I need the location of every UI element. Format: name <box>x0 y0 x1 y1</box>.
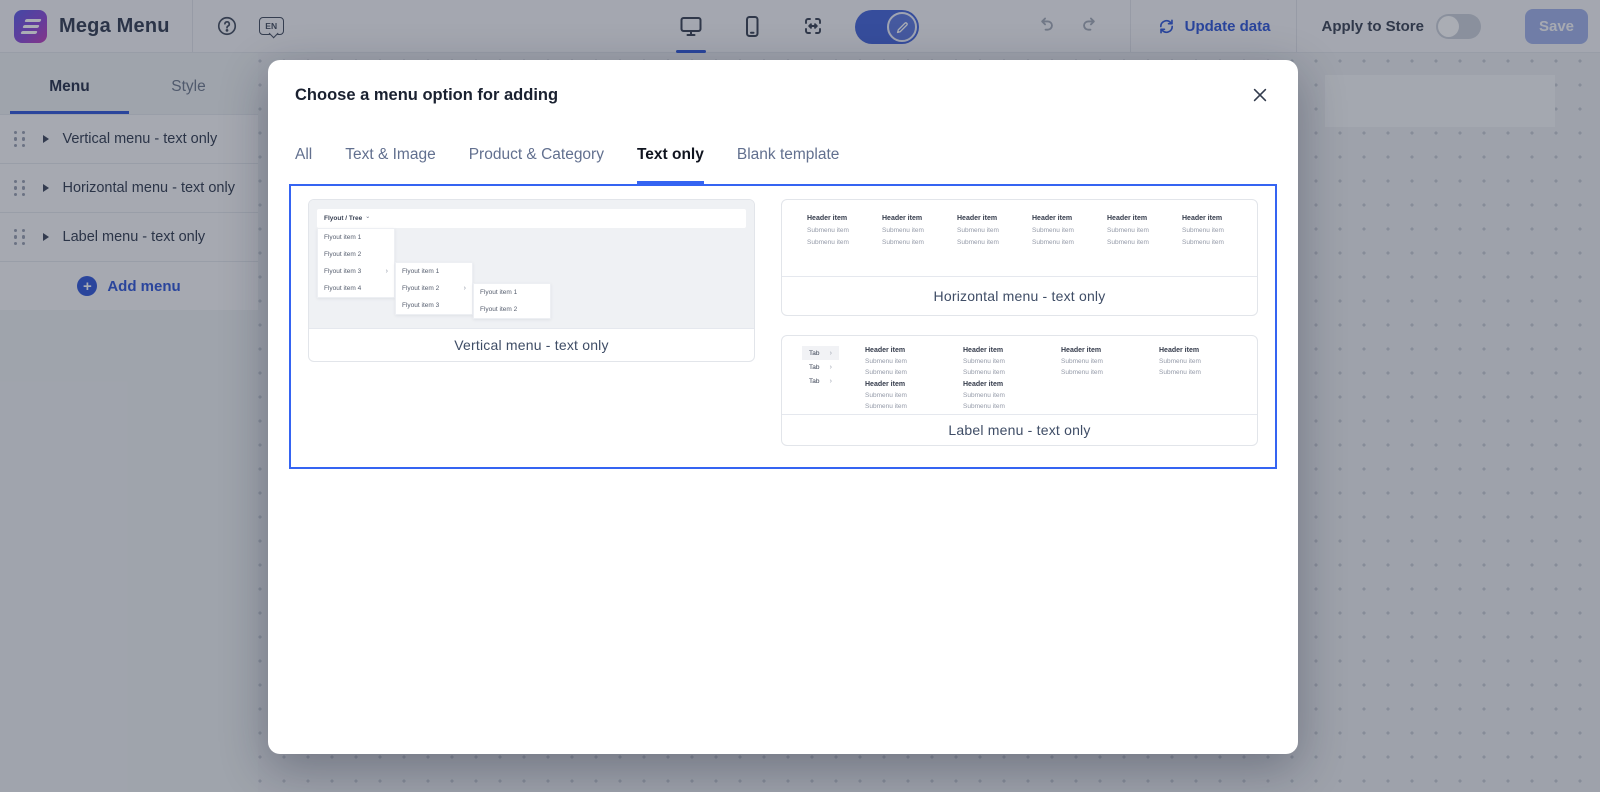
vertical-menu-preview: Flyout / Tree Flyout item 1 Flyout item … <box>309 200 754 328</box>
close-icon[interactable] <box>1250 84 1272 106</box>
preview-toolbar: Flyout / Tree <box>317 209 746 228</box>
preview-flyout-level-3: Flyout item 1 Flyout item 2 <box>473 283 551 319</box>
template-selection-area: Flyout / Tree Flyout item 1 Flyout item … <box>289 184 1277 469</box>
template-card-label-menu[interactable]: Tab Tab Tab Header itemSubmenu itemSubme… <box>781 335 1258 446</box>
tab-all[interactable]: All <box>295 146 312 184</box>
tab-blank-template[interactable]: Blank template <box>737 146 840 184</box>
template-caption: Label menu - text only <box>782 414 1257 445</box>
tab-text-image[interactable]: Text & Image <box>345 146 435 184</box>
add-menu-modal: Choose a menu option for adding All Text… <box>268 60 1298 754</box>
template-caption: Vertical menu - text only <box>309 328 754 361</box>
tab-text-only[interactable]: Text only <box>637 146 704 184</box>
template-caption: Horizontal menu - text only <box>782 276 1257 315</box>
preview-tab-list: Tab Tab Tab <box>802 346 839 414</box>
modal-title: Choose a menu option for adding <box>295 86 558 105</box>
preview-submenu-grid: Header itemSubmenu itemSubmenu item Head… <box>865 346 1257 414</box>
dropdown-caret-icon <box>365 215 370 222</box>
template-card-vertical-menu[interactable]: Flyout / Tree Flyout item 1 Flyout item … <box>308 199 755 362</box>
horizontal-menu-preview: Header itemSubmenu itemSubmenu item Head… <box>782 200 1257 276</box>
label-menu-preview: Tab Tab Tab Header itemSubmenu itemSubme… <box>782 336 1257 414</box>
preview-flyout-level-2: Flyout item 1 Flyout item 2 Flyout item … <box>395 262 473 315</box>
preview-flyout-level-1: Flyout item 1 Flyout item 2 Flyout item … <box>317 228 395 298</box>
template-card-horizontal-menu[interactable]: Header itemSubmenu itemSubmenu item Head… <box>781 199 1258 316</box>
modal-tabs: All Text & Image Product & Category Text… <box>268 146 1298 184</box>
tab-product-category[interactable]: Product & Category <box>469 146 604 184</box>
